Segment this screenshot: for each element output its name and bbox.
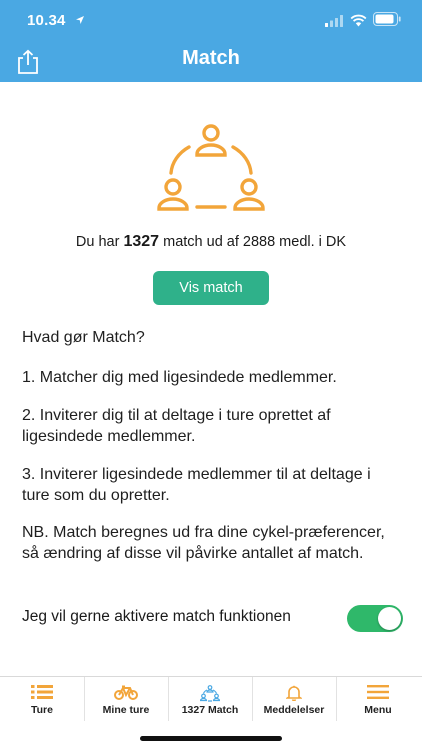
match-icon bbox=[200, 685, 220, 702]
status-bar: 10.34 bbox=[0, 0, 422, 40]
count-prefix: Du har bbox=[75, 234, 120, 250]
wifi-icon bbox=[350, 14, 367, 27]
tab-ture[interactable]: Ture bbox=[0, 677, 85, 721]
info-point-1: 1. Matcher dig med ligesindede medlemmer… bbox=[22, 369, 337, 386]
tab-label-ture: Ture bbox=[31, 704, 53, 716]
toggle-knob bbox=[378, 607, 401, 630]
info-point-3: 3. Inviterer ligesindede medlemmer til a… bbox=[22, 466, 371, 504]
list-icon bbox=[31, 685, 53, 699]
info-note: NB. Match beregnes ud fra dine cykel-præ… bbox=[22, 524, 385, 562]
vis-match-button[interactable]: Vis match bbox=[153, 271, 269, 305]
tab-label-mine-ture: Mine ture bbox=[102, 704, 150, 716]
tab-menu[interactable]: Menu bbox=[336, 677, 420, 721]
tab-meddelelser[interactable]: Meddelelser bbox=[252, 677, 337, 721]
tab-label-meddelelser: Meddelelser bbox=[263, 704, 325, 716]
match-network-icon bbox=[157, 124, 265, 211]
match-toggle[interactable] bbox=[347, 605, 403, 632]
toggle-label: Jeg vil gerne aktivere match funktionen bbox=[22, 608, 291, 625]
signal-icon bbox=[325, 15, 343, 27]
bicycle-icon bbox=[114, 685, 138, 700]
location-arrow-icon bbox=[76, 16, 84, 24]
tab-label-match: 1327 Match bbox=[181, 704, 239, 716]
battery-icon bbox=[373, 12, 401, 26]
menu-icon bbox=[367, 685, 389, 699]
info-point-2: 2. Inviterer dig til at deltage i ture o… bbox=[22, 407, 331, 445]
bell-icon bbox=[286, 685, 302, 701]
count-suffix: match ud af 2888 medl. i DK bbox=[163, 234, 347, 250]
match-count-text: Du har 1327 match ud af 2888 medl. i DK bbox=[0, 233, 422, 251]
top-bar: 10.34 Match bbox=[0, 0, 422, 82]
tab-mine-ture[interactable]: Mine ture bbox=[84, 677, 169, 721]
status-time: 10.34 bbox=[27, 12, 66, 29]
tab-label-menu: Menu bbox=[364, 704, 392, 716]
match-count: 1327 bbox=[123, 233, 160, 250]
tab-match[interactable]: 1327 Match bbox=[168, 677, 253, 721]
home-indicator bbox=[140, 736, 282, 741]
info-question: Hvad gør Match? bbox=[22, 329, 145, 346]
page-title: Match bbox=[182, 47, 240, 69]
